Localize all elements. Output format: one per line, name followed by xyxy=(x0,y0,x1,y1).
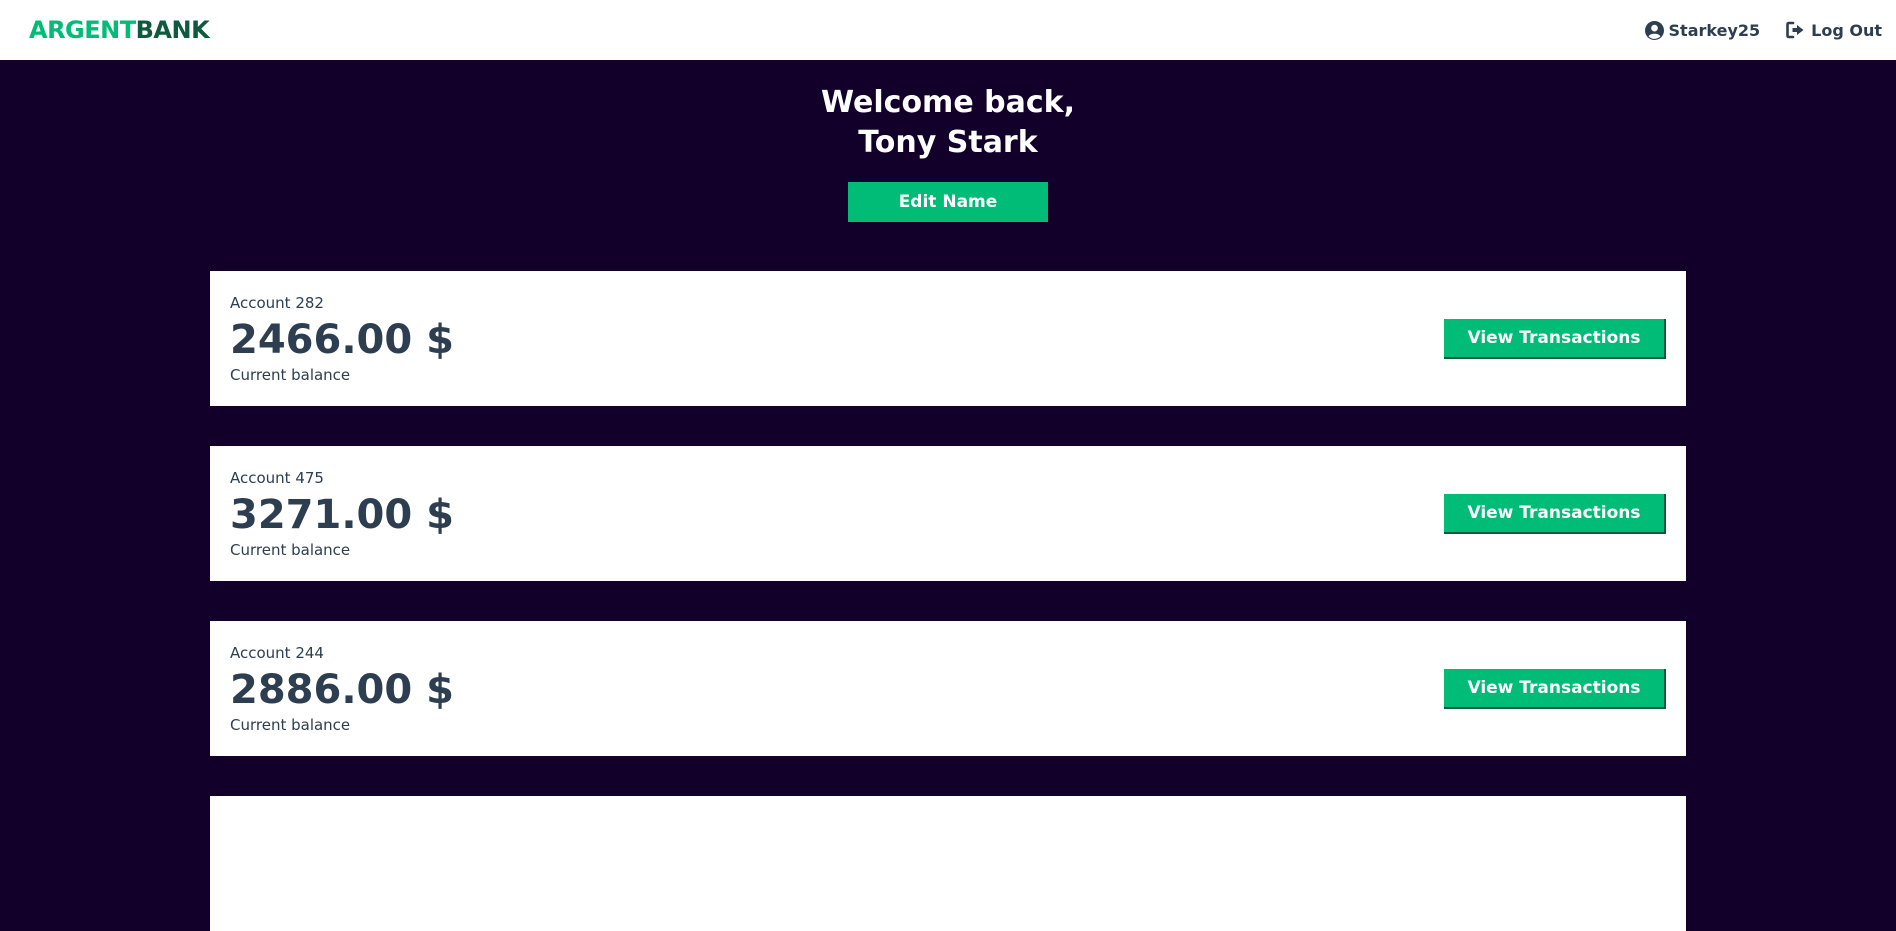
main-nav: ARGENTBANK Starkey25 Log Out xyxy=(0,0,1896,60)
account-amount: 2886.00 $ xyxy=(230,667,454,713)
account-card: Account 244 2886.00 $ Current balance Vi… xyxy=(210,621,1686,756)
welcome-title: Welcome back, Tony Stark xyxy=(0,83,1896,163)
welcome-line-1: Welcome back, xyxy=(821,85,1075,120)
account-title: Account 244 xyxy=(230,644,324,662)
nav-actions: Starkey25 Log Out xyxy=(1619,20,1882,40)
brand-logo-argent: ARGENT xyxy=(29,16,136,44)
account-info: Account 282 2466.00 $ Current balance xyxy=(230,291,454,384)
sign-out-icon xyxy=(1786,21,1804,39)
accounts-list: Account 282 2466.00 $ Current balance Vi… xyxy=(0,222,1896,931)
brand-logo-bank: BANK xyxy=(135,16,210,44)
user-profile-link[interactable]: Starkey25 xyxy=(1644,20,1761,40)
account-info: Account 244 2886.00 $ Current balance xyxy=(230,641,454,734)
user-full-name: Tony Stark xyxy=(858,125,1038,160)
account-card-partial xyxy=(210,796,1686,931)
brand-logo[interactable]: ARGENTBANK xyxy=(29,16,210,44)
account-info: Account 475 3271.00 $ Current balance xyxy=(230,466,454,559)
view-transactions-button[interactable]: View Transactions xyxy=(1444,668,1666,709)
account-description: Current balance xyxy=(230,541,351,559)
dashboard: Welcome back, Tony Stark Edit Name Accou… xyxy=(0,60,1896,931)
view-transactions-button[interactable]: View Transactions xyxy=(1444,318,1666,359)
username-label: Starkey25 xyxy=(1668,20,1761,40)
welcome-header: Welcome back, Tony Stark Edit Name xyxy=(0,60,1896,222)
account-card: Account 475 3271.00 $ Current balance Vi… xyxy=(210,446,1686,581)
view-transactions-button[interactable]: View Transactions xyxy=(1444,493,1666,534)
user-circle-icon xyxy=(1644,20,1664,40)
account-amount: 3271.00 $ xyxy=(230,492,454,538)
account-title: Account 282 xyxy=(230,294,324,312)
account-description: Current balance xyxy=(230,716,351,734)
logout-link[interactable]: Log Out xyxy=(1786,21,1882,40)
account-description: Current balance xyxy=(230,366,351,384)
edit-name-button[interactable]: Edit Name xyxy=(848,182,1048,222)
account-title: Account 475 xyxy=(230,469,324,487)
logout-label: Log Out xyxy=(1811,20,1882,40)
account-card: Account 282 2466.00 $ Current balance Vi… xyxy=(210,271,1686,406)
account-amount: 2466.00 $ xyxy=(230,317,454,363)
